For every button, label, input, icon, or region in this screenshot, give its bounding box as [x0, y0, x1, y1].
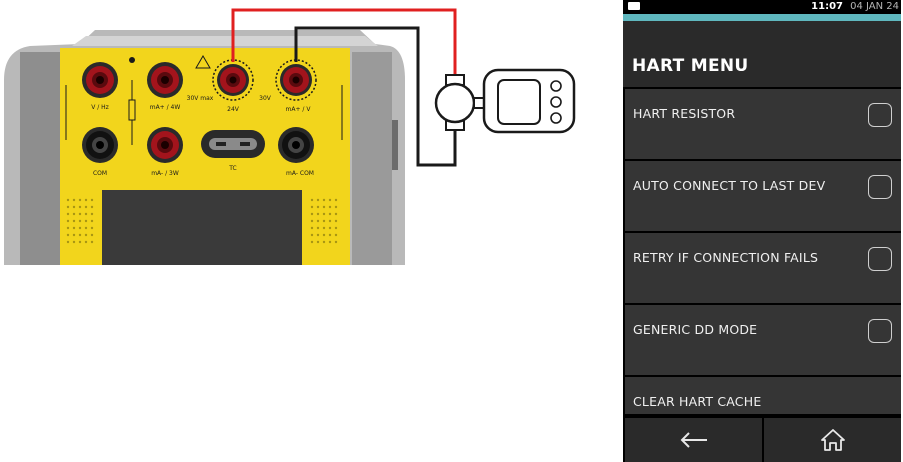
label-tc: TC: [228, 165, 237, 172]
label-ma-plus-v: mA+ / V: [286, 106, 312, 113]
label-ma-3w: mA- / 3W: [151, 170, 179, 177]
menu-item-label: AUTO CONNECT TO LAST DEV: [633, 178, 826, 193]
terminal-ma-minus-com: [278, 127, 314, 163]
screen-header: HART MENU: [623, 21, 901, 87]
retry-connection-checkbox[interactable]: [868, 247, 892, 271]
menu-item-hart-resistor[interactable]: HART RESISTOR: [625, 89, 901, 159]
menu-item-label: HART RESISTOR: [633, 106, 736, 121]
wiring-diagram: V / Hz mA+ / 4W 24V mA+ / V COM mA- / 3W…: [4, 8, 576, 265]
generic-dd-mode-checkbox[interactable]: [868, 319, 892, 343]
status-bar: 11:07 04 JAN 24: [623, 0, 901, 14]
terminal-ma-4w: [147, 62, 183, 98]
label-24v: 24V: [227, 106, 240, 113]
back-button[interactable]: [625, 418, 762, 462]
label-ma-minus-com: mA- COM: [286, 170, 314, 177]
menu-item-label: RETRY IF CONNECTION FAILS: [633, 250, 819, 265]
label-30v-max: 30V max: [187, 95, 214, 102]
status-date: 04 JAN 24: [850, 1, 899, 12]
menu-item-retry-connection[interactable]: RETRY IF CONNECTION FAILS: [625, 233, 901, 303]
home-button[interactable]: [764, 418, 901, 462]
battery-icon: [628, 2, 640, 10]
page-title: HART MENU: [632, 56, 749, 76]
label-ma-4w: mA+ / 4W: [150, 104, 181, 111]
device-display-window: [102, 190, 302, 265]
menu-item-clear-hart-cache[interactable]: CLEAR HART CACHE: [625, 377, 901, 414]
terminal-com: [82, 127, 118, 163]
home-icon: [820, 429, 845, 451]
terminal-v-hz: [82, 62, 118, 98]
label-com: COM: [93, 170, 107, 177]
menu-item-label: CLEAR HART CACHE: [633, 394, 762, 409]
hart-resistor-checkbox[interactable]: [868, 103, 892, 127]
pressure-transmitter: [434, 68, 576, 134]
auto-connect-checkbox[interactable]: [868, 175, 892, 199]
back-arrow-icon: [680, 432, 707, 448]
calibrator-device: V / Hz mA+ / 4W 24V mA+ / V COM mA- / 3W…: [4, 30, 405, 265]
menu-item-auto-connect[interactable]: AUTO CONNECT TO LAST DEV: [625, 161, 901, 231]
label-v-hz: V / Hz: [91, 104, 109, 111]
accent-bar: [623, 14, 901, 21]
label-30v: 30V: [259, 95, 272, 102]
terminal-tc: [201, 130, 265, 158]
calibrator-screen: 11:07 04 JAN 24 HART MENU HART RESISTOR …: [623, 0, 901, 462]
terminal-ma-3w: [147, 127, 183, 163]
menu-item-label: GENERIC DD MODE: [633, 322, 758, 337]
status-time: 11:07: [811, 1, 843, 12]
bottom-nav: [623, 416, 901, 462]
menu-item-generic-dd-mode[interactable]: GENERIC DD MODE: [625, 305, 901, 375]
